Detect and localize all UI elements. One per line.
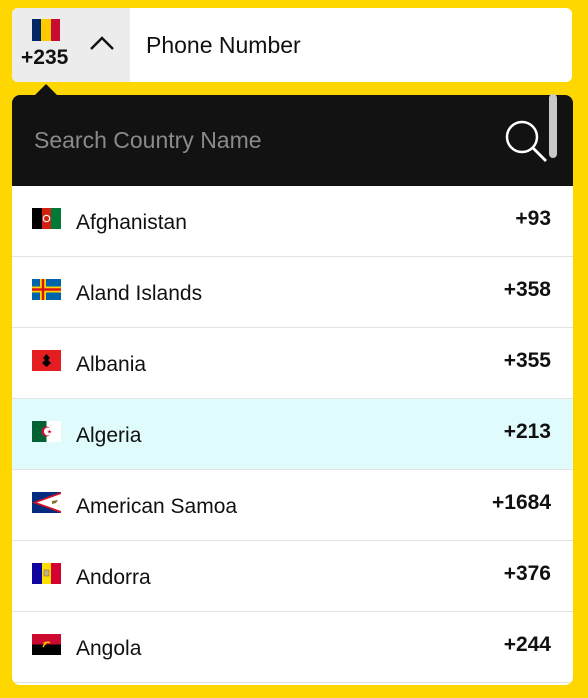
country-code: +376 bbox=[503, 562, 551, 585]
american-samoa-flag-icon bbox=[32, 492, 61, 513]
country-list: Afghanistan +93 Aland Islands +358 Alban… bbox=[12, 186, 573, 683]
search-input[interactable] bbox=[12, 95, 492, 186]
country-name: Angola bbox=[76, 637, 142, 660]
country-code: +93 bbox=[515, 207, 551, 230]
andorra-flag-icon bbox=[32, 563, 61, 584]
chevron-up-icon bbox=[90, 36, 114, 50]
country-name: Albania bbox=[76, 353, 147, 376]
country-row-andorra[interactable]: Andorra +376 bbox=[12, 541, 573, 612]
algeria-flag-icon bbox=[32, 421, 61, 442]
country-name: Algeria bbox=[76, 424, 142, 447]
country-row-aland-islands[interactable]: Aland Islands +358 bbox=[12, 257, 573, 328]
country-row-albania[interactable]: Albania +355 bbox=[12, 328, 573, 399]
country-code: +355 bbox=[503, 349, 551, 372]
phone-number-input[interactable]: Phone Number bbox=[130, 8, 301, 82]
country-name: Andorra bbox=[76, 566, 151, 589]
phone-input-bar: +235 Phone Number bbox=[12, 8, 572, 82]
country-name: American Samoa bbox=[76, 495, 238, 518]
search-icon[interactable] bbox=[502, 117, 550, 165]
chad-flag-icon bbox=[32, 19, 60, 41]
selected-country-code: +235 bbox=[21, 46, 69, 69]
country-name: Afghanistan bbox=[76, 211, 187, 234]
albania-flag-icon bbox=[32, 350, 61, 371]
country-code: +213 bbox=[503, 420, 551, 443]
country-code: +1684 bbox=[492, 491, 551, 514]
country-row-american-samoa[interactable]: American Samoa +1684 bbox=[12, 470, 573, 541]
country-row-angola[interactable]: Angola +244 bbox=[12, 612, 573, 683]
country-dropdown: Afghanistan +93 Aland Islands +358 Alban… bbox=[12, 95, 573, 685]
dropdown-scrollbar[interactable] bbox=[549, 94, 557, 158]
angola-flag-icon bbox=[32, 634, 61, 655]
country-name: Aland Islands bbox=[76, 282, 203, 305]
country-row-algeria[interactable]: Algeria +213 bbox=[12, 399, 573, 470]
afghanistan-flag-icon bbox=[32, 208, 61, 229]
country-code: +244 bbox=[503, 633, 551, 656]
country-code: +358 bbox=[503, 278, 551, 301]
country-selector-button[interactable]: +235 bbox=[12, 8, 130, 82]
search-bar bbox=[12, 95, 573, 186]
aland-islands-flag-icon bbox=[32, 279, 61, 300]
country-row-afghanistan[interactable]: Afghanistan +93 bbox=[12, 186, 573, 257]
